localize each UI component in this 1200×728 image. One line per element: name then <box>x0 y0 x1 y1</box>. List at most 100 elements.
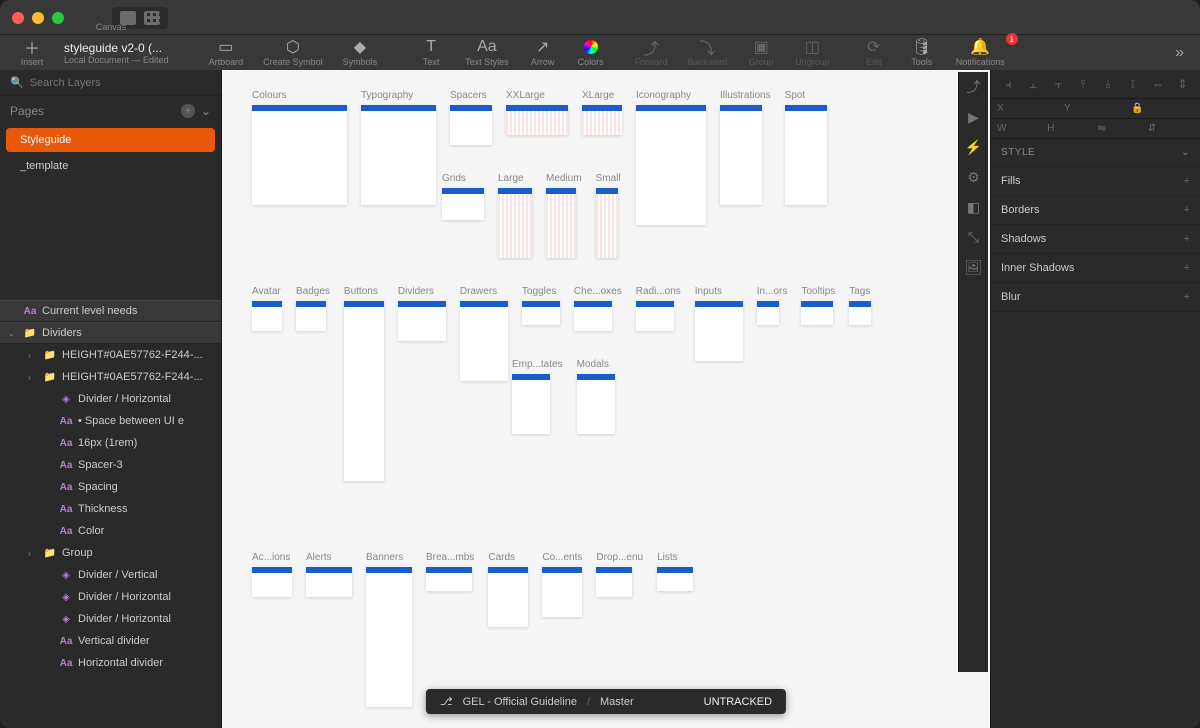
symbols-button[interactable]: ◆Symbols <box>333 36 388 69</box>
forward-button[interactable]: ⤴Forward <box>625 36 678 69</box>
layer-search[interactable]: 🔍 <box>0 70 221 96</box>
text-button[interactable]: TText <box>407 36 455 69</box>
artboard[interactable]: Typography <box>361 90 436 205</box>
w-field[interactable]: W <box>997 123 1043 134</box>
bolt-icon[interactable]: ⚡ <box>965 138 983 156</box>
ungroup-button[interactable]: ◫Ungroup <box>785 36 840 69</box>
layer-row[interactable]: ◈Divider / Horizontal <box>0 586 221 608</box>
y-field[interactable]: Y <box>1064 103 1127 114</box>
layer-row[interactable]: AaHorizontal divider <box>0 652 221 674</box>
align-center-v[interactable]: ⫰ <box>1097 74 1120 94</box>
flip-v-icon[interactable]: ⇵ <box>1148 123 1194 134</box>
plus-icon[interactable]: + <box>1184 175 1190 187</box>
artboard[interactable]: Ac...ions <box>252 552 292 597</box>
artboard[interactable]: Che...oxes <box>574 286 622 331</box>
layer-row[interactable]: AaThickness <box>0 498 221 520</box>
edit-button[interactable]: ⟳Edit <box>850 36 898 69</box>
add-page-button[interactable]: + <box>181 104 195 118</box>
page-item[interactable]: _template <box>6 154 215 178</box>
artboard[interactable]: Toggles <box>522 286 560 325</box>
artboard[interactable]: Spacers <box>450 90 492 145</box>
artboard[interactable]: Emp...tates <box>512 359 563 434</box>
search-input[interactable] <box>30 77 211 89</box>
insert-button[interactable]: ＋ Insert <box>8 36 56 69</box>
layer-group-header[interactable]: AaCurrent level needs <box>0 300 221 322</box>
canvas[interactable]: ColoursTypography Spacers XXLarge XLarge Ico… <box>222 70 990 728</box>
artboard[interactable]: Spot <box>785 90 827 205</box>
export-icon[interactable]: ⤴ <box>965 78 983 96</box>
artboard[interactable]: Badges <box>296 286 330 331</box>
plus-icon[interactable]: + <box>1184 204 1190 216</box>
inspector-section[interactable]: Borders+ <box>991 196 1200 225</box>
inspector-section[interactable]: Blur+ <box>991 283 1200 312</box>
align-left[interactable]: ⫞ <box>997 74 1020 94</box>
image-icon[interactable]: 🖼 <box>965 258 983 276</box>
colors-button[interactable]: Colors <box>567 36 615 69</box>
artboard[interactable]: Modals <box>577 359 615 434</box>
h-field[interactable]: H <box>1047 123 1093 134</box>
layer-row[interactable]: ›📁HEIGHT#0AE57762-F244-... <box>0 344 221 366</box>
artboard[interactable]: Lists <box>657 552 693 591</box>
artboard[interactable]: Tags <box>849 286 871 325</box>
backward-button[interactable]: ⤵Backward <box>678 36 738 69</box>
align-bottom[interactable]: ⫱ <box>1121 74 1144 94</box>
arrow-button[interactable]: ↗Arrow <box>519 36 567 69</box>
artboard[interactable]: Banners <box>366 552 412 707</box>
align-top[interactable]: ⫯ <box>1072 74 1095 94</box>
artboard-button[interactable]: ▭Artboard <box>199 36 254 69</box>
create-symbol-button[interactable]: ⬡Create Symbol <box>253 36 333 69</box>
layer-row[interactable]: AaSpacer-3 <box>0 454 221 476</box>
artboard[interactable]: In...ors <box>757 286 788 325</box>
artboard[interactable]: Dividers <box>398 286 446 341</box>
document-title[interactable]: styleguide v2-0 (... Local Document — Ed… <box>64 41 169 65</box>
x-field[interactable]: X <box>997 103 1060 114</box>
artboard[interactable]: Buttons <box>344 286 384 481</box>
layer-group-header[interactable]: ⌄📁Dividers <box>0 322 221 344</box>
plus-icon[interactable]: + <box>1184 291 1190 303</box>
version-statusbar[interactable]: ⎇ GEL - Official Guideline / Master UNTR… <box>426 689 786 714</box>
artboard[interactable]: Iconography <box>636 90 706 225</box>
artboard[interactable]: Medium <box>546 173 582 258</box>
artboard[interactable]: XXLarge <box>506 90 568 135</box>
artboard[interactable]: Large <box>498 173 532 258</box>
gear-icon[interactable]: ⚙ <box>965 168 983 186</box>
artboard[interactable]: Tooltips <box>801 286 835 325</box>
plus-icon[interactable]: + <box>1184 233 1190 245</box>
plus-icon[interactable]: + <box>1184 262 1190 274</box>
artboard[interactable]: Brea...mbs <box>426 552 474 591</box>
toolbar-overflow[interactable]: » <box>1167 44 1192 62</box>
layer-row[interactable]: ›📁Group <box>0 542 221 564</box>
artboard[interactable]: XLarge <box>582 90 622 135</box>
chevron-down-icon[interactable]: ⌄ <box>201 104 211 118</box>
flip-h-icon[interactable]: ⇋ <box>1098 123 1144 134</box>
artboard[interactable]: Radi...ons <box>636 286 681 331</box>
artboard[interactable]: Cards <box>488 552 528 627</box>
inspector-section[interactable]: Inner Shadows+ <box>991 254 1200 283</box>
align-right[interactable]: ⫟ <box>1047 74 1070 94</box>
artboard[interactable]: Inputs <box>695 286 743 361</box>
distribute-h[interactable]: ⇔ <box>1146 74 1169 94</box>
artboard[interactable]: Small <box>596 173 621 258</box>
artboard[interactable]: Avatar <box>252 286 282 331</box>
tools-button[interactable]: 🛢Tools <box>898 36 946 69</box>
notifications-button[interactable]: 🔔1Notifications <box>946 36 1015 69</box>
distribute-v[interactable]: ⇕ <box>1171 74 1194 94</box>
inspector-section[interactable]: Fills+ <box>991 167 1200 196</box>
inspector-section[interactable]: Shadows+ <box>991 225 1200 254</box>
layer-row[interactable]: AaSpacing <box>0 476 221 498</box>
layer-row[interactable]: ◈Divider / Horizontal <box>0 388 221 410</box>
layer-row[interactable]: Aa16px (1rem) <box>0 432 221 454</box>
artboard[interactable]: Colours <box>252 90 347 205</box>
layer-row[interactable]: ◈Divider / Horizontal <box>0 608 221 630</box>
layer-row[interactable]: AaVertical divider <box>0 630 221 652</box>
artboard[interactable]: Illustrations <box>720 90 771 205</box>
layer-row[interactable]: Aa• Space between UI e <box>0 410 221 432</box>
layer-row[interactable]: ◈Divider / Vertical <box>0 564 221 586</box>
artboard[interactable]: Alerts <box>306 552 352 597</box>
page-item[interactable]: Styleguide <box>6 128 215 152</box>
layer-row[interactable]: ›📁HEIGHT#0AE57762-F244-... <box>0 366 221 388</box>
align-center-h[interactable]: ⫠ <box>1022 74 1045 94</box>
overlay-icon[interactable]: ◧ <box>965 198 983 216</box>
artboard[interactable]: Drawers <box>460 286 508 381</box>
text-styles-button[interactable]: AaText Styles <box>455 36 519 69</box>
